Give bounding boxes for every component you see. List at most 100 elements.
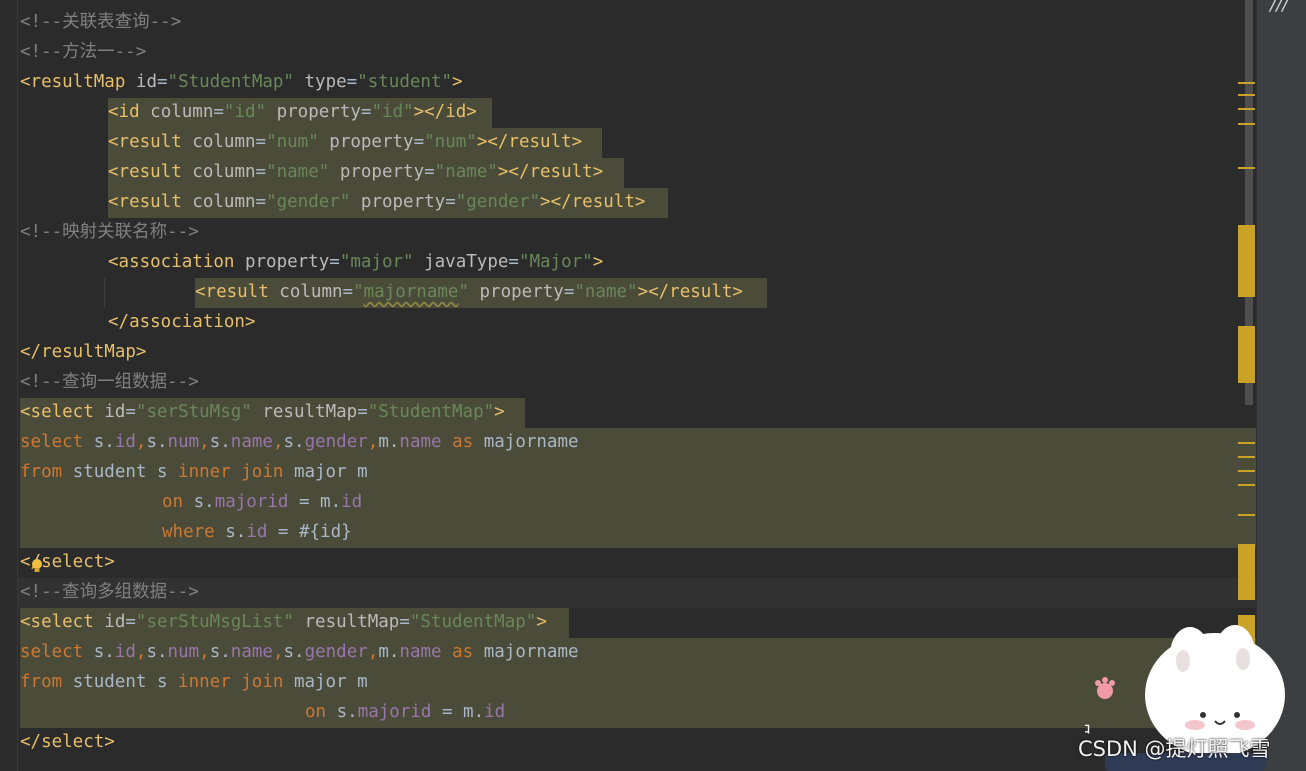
code-token: = m. <box>288 492 342 512</box>
code-line[interactable]: <result column="num" property="num"></re… <box>108 127 582 157</box>
code-token: num <box>167 432 200 452</box>
code-line[interactable]: <resultMap id="StudentMap" type="student… <box>20 67 463 97</box>
code-token: , <box>199 642 210 662</box>
code-token: student s <box>72 672 179 692</box>
code-token: m. <box>378 432 400 452</box>
code-token: javaType <box>413 252 509 272</box>
code-token: s. <box>146 432 168 452</box>
code-token: = <box>357 402 368 422</box>
code-token: property <box>329 162 425 182</box>
marker-block <box>1238 326 1255 383</box>
code-token: "num" <box>424 132 477 152</box>
code-token: ></id> <box>413 102 477 122</box>
code-token: <!--关联表查询--> <box>20 12 182 32</box>
code-token: > <box>494 402 505 422</box>
code-line[interactable]: <!--关联表查询--> <box>20 7 181 37</box>
code-token: "serStuMsgList" <box>135 612 294 632</box>
code-line[interactable]: <!--映射关联名称--> <box>20 217 199 247</box>
code-token: "name" <box>574 282 638 302</box>
code-token: where <box>162 522 226 542</box>
code-line[interactable]: <id column="id" property="id"></id> <box>108 97 477 127</box>
code-line[interactable]: <!--方法一--> <box>20 37 146 67</box>
code-token: from <box>20 672 73 692</box>
code-line[interactable]: select s.id,s.num,s.name,s.gender,m.name… <box>20 427 579 457</box>
code-token: = m. <box>431 702 485 722</box>
code-line[interactable]: </select> <box>20 727 115 757</box>
code-token: s. <box>283 642 305 662</box>
code-line[interactable]: <select id="serStuMsg" resultMap="Studen… <box>20 397 505 427</box>
code-token: = <box>213 102 224 122</box>
code-token: "name" <box>434 162 498 182</box>
code-token: s. <box>336 702 358 722</box>
code-token: student s <box>72 462 179 482</box>
code-token: name <box>230 432 273 452</box>
code-token: id <box>114 432 136 452</box>
caret-line <box>18 578 1256 608</box>
code-line[interactable]: <!--查询一组数据--> <box>20 367 199 397</box>
paw-icon <box>1095 677 1115 699</box>
code-token: <result <box>195 282 280 302</box>
code-line[interactable]: <result column="majorname" property="nam… <box>195 277 743 307</box>
code-token: <!--查询多组数据--> <box>20 582 199 602</box>
code-token: s. <box>93 432 115 452</box>
code-line[interactable]: on s.majorid = m.id <box>162 487 362 517</box>
code-token: "name" <box>266 162 330 182</box>
code-line[interactable]: <result column="gender" property="gender… <box>108 187 645 217</box>
code-line[interactable]: from student s inner join major m <box>20 667 368 697</box>
code-token: id <box>114 642 136 662</box>
code-token: = <box>346 72 358 92</box>
code-token: = <box>329 252 340 272</box>
code-token: majorid <box>357 702 432 722</box>
code-token: majorid <box>214 492 289 512</box>
code-token: on <box>162 492 194 512</box>
code-token: <association <box>108 252 245 272</box>
code-line[interactable]: from student s inner join major m <box>20 457 368 487</box>
code-token: major m <box>293 672 368 692</box>
marker <box>1238 82 1255 84</box>
code-token: </association> <box>108 312 256 332</box>
code-token: = <box>125 402 136 422</box>
code-line[interactable]: on s.majorid = m.id <box>305 697 505 727</box>
code-token: "StudentMap" <box>167 72 294 92</box>
code-token: id <box>104 612 126 632</box>
code-line[interactable]: <result column="name" property="name"></… <box>108 157 603 187</box>
code-token: , <box>367 642 379 662</box>
code-token: majorname <box>363 282 459 302</box>
code-token: id <box>104 402 126 422</box>
code-token: s. <box>93 642 115 662</box>
code-token: = <box>255 162 267 182</box>
code-token: = <box>360 102 372 122</box>
code-line[interactable]: where s.id = #{id} <box>162 517 352 547</box>
code-line[interactable]: <association property="major" javaType="… <box>108 247 603 277</box>
code-token: id <box>341 492 363 512</box>
code-token: column <box>192 162 256 182</box>
lightbulb-icon[interactable] <box>31 558 43 574</box>
code-token: </resultMap> <box>20 342 147 362</box>
code-token: "gender" <box>455 192 541 212</box>
code-line[interactable]: </association> <box>108 307 256 337</box>
code-token: = #{id} <box>267 522 352 542</box>
code-line[interactable]: <select id="serStuMsgList" resultMap="St… <box>20 607 547 637</box>
code-token: gender <box>304 432 368 452</box>
code-line[interactable]: select s.id,s.num,s.name,s.gender,m.name… <box>20 637 579 667</box>
code-token: id <box>246 522 268 542</box>
code-token: majorname <box>483 432 579 452</box>
code-token: from <box>20 462 73 482</box>
code-token: = <box>563 282 575 302</box>
code-token: property <box>318 132 414 152</box>
code-line[interactable]: </resultMap> <box>20 337 146 367</box>
code-token: <!--映射关联名称--> <box>20 222 199 242</box>
code-token: > <box>452 72 463 92</box>
code-token: column <box>279 282 343 302</box>
marker <box>1238 456 1255 458</box>
code-token: " <box>353 282 364 302</box>
marker <box>1238 442 1255 444</box>
code-token: s. <box>209 432 231 452</box>
code-token: <result <box>108 162 193 182</box>
code-token: , <box>199 432 210 452</box>
code-token: s. <box>225 522 247 542</box>
code-token: gender <box>304 642 368 662</box>
code-token: s. <box>209 642 231 662</box>
code-line[interactable]: <!--查询多组数据--> <box>20 577 199 607</box>
code-editor[interactable]: <!--关联表查询--> <!--方法一--> <resultMap id="Stu… <box>0 0 1256 771</box>
